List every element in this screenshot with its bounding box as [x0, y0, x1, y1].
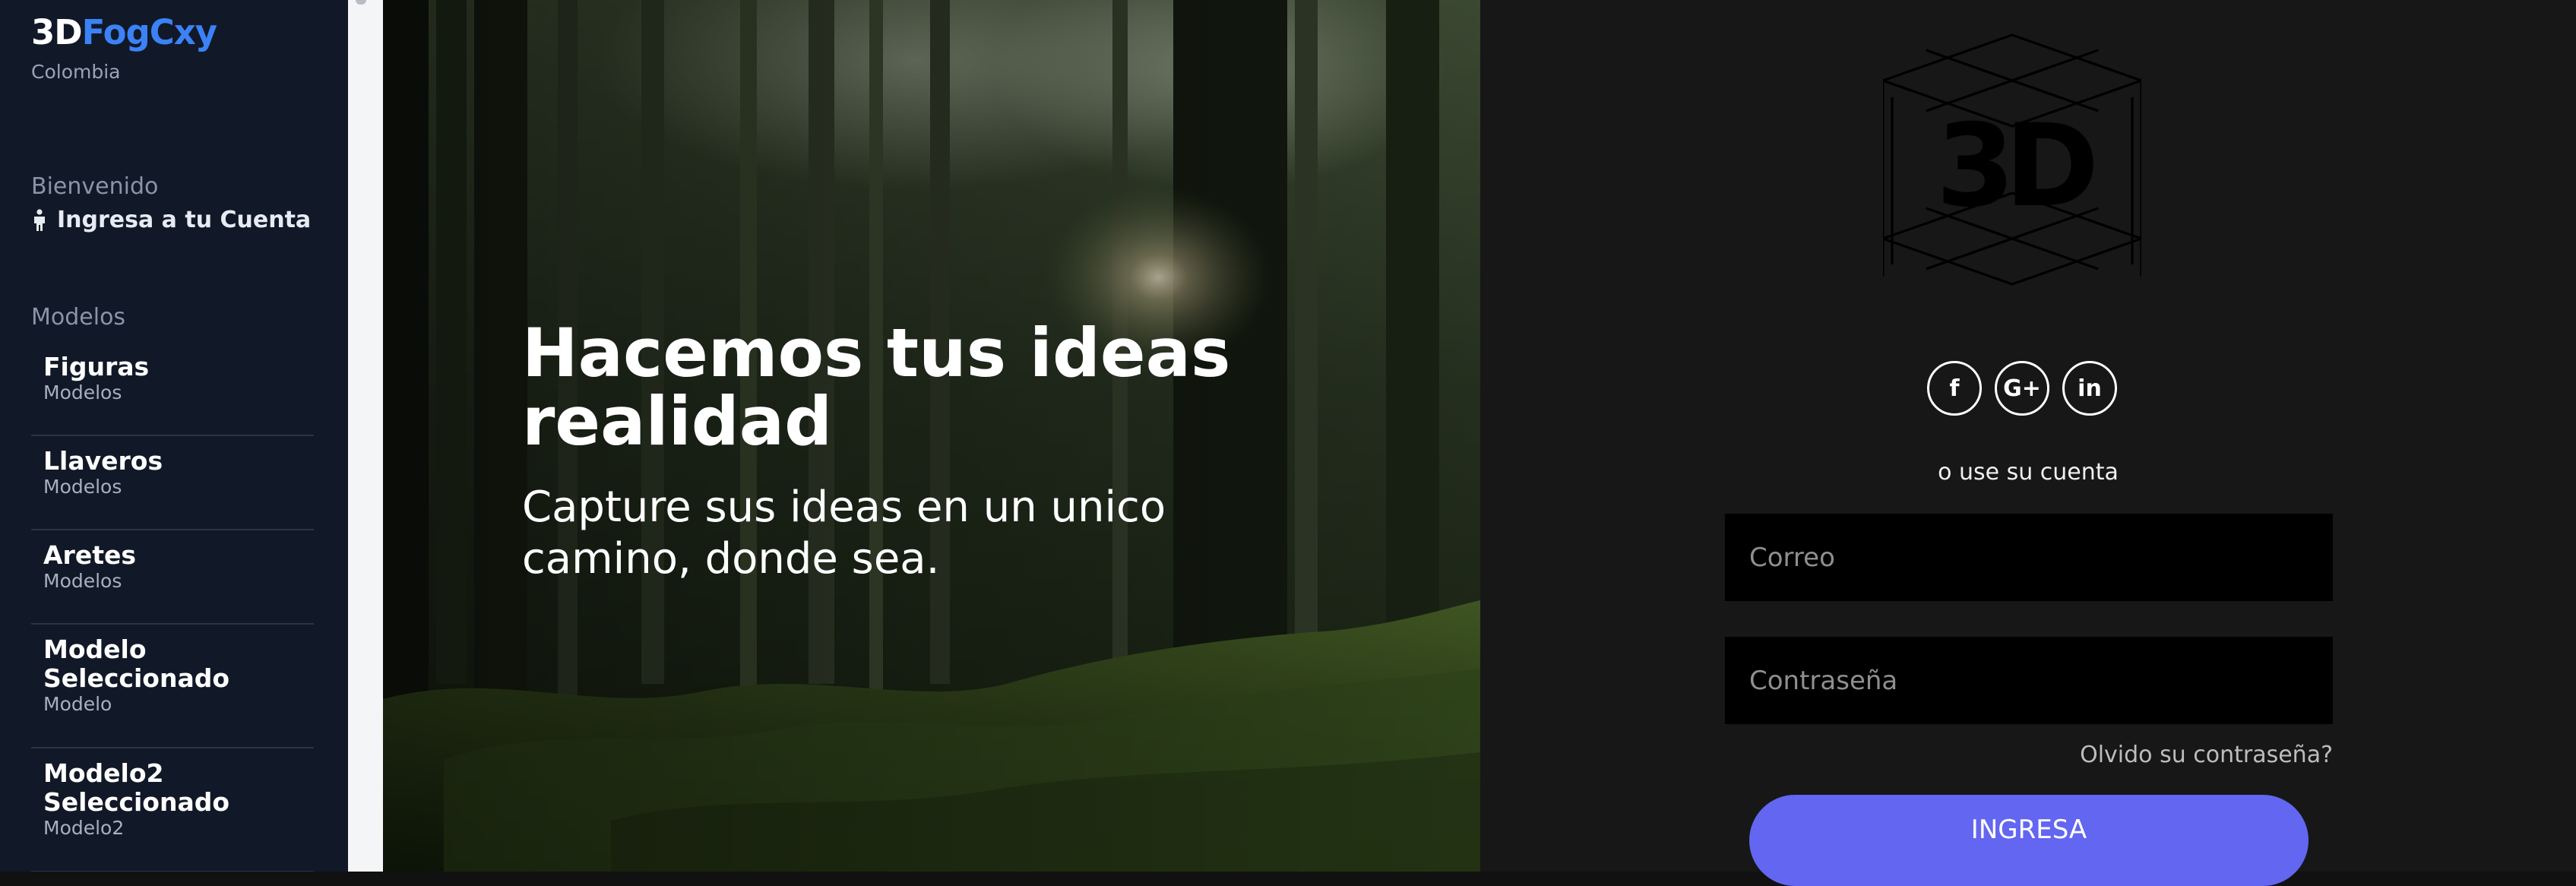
model-subtitle: Modelo — [43, 693, 112, 715]
model-title: Aretes — [43, 540, 136, 570]
model-item-figuras[interactable]: Figuras Modelos — [31, 342, 314, 436]
brand-subtitle: Colombia — [31, 61, 121, 83]
google-plus-glyph: G+ — [2003, 375, 2041, 402]
linkedin-glyph: in — [2078, 375, 2102, 402]
model-subtitle: Modelo2 — [43, 817, 125, 839]
model-title: Figuras — [43, 352, 150, 381]
login-link[interactable]: Ingresa a tu Cuenta — [31, 207, 311, 233]
password-field[interactable] — [1725, 637, 2333, 724]
login-link-label: Ingresa a tu Cuenta — [57, 207, 312, 233]
model-item-modelo-seleccionado[interactable]: Modelo Seleccionado Modelo — [31, 625, 314, 748]
social-login-row: f G+ in — [1927, 361, 2117, 416]
3d-cube-logo: 3D — [1883, 33, 2141, 286]
model-title: Modelo Seleccionado — [43, 634, 230, 693]
models-label: Modelos — [31, 304, 126, 331]
email-field[interactable] — [1725, 514, 2333, 601]
brand-logo[interactable]: 3DFogCxy — [31, 14, 217, 52]
google-plus-icon[interactable]: G+ — [1995, 361, 2049, 416]
linkedin-icon[interactable]: in — [2062, 361, 2117, 416]
sidebar: 3DFogCxy Colombia Bienvenido Ingresa a t… — [0, 0, 348, 872]
model-item-modelo2-seleccionado[interactable]: Modelo2 Seleccionado Modelo2 — [31, 748, 314, 872]
person-icon — [34, 208, 45, 231]
model-subtitle: Modelos — [43, 570, 122, 592]
scrollbar-thumb[interactable] — [356, 0, 366, 5]
facebook-glyph: f — [1949, 375, 1960, 402]
hero-section: Hacemos tus ideas realidad Capture sus i… — [383, 0, 1480, 872]
model-item-llaveros[interactable]: Llaveros Modelos — [31, 436, 314, 530]
model-item-aretes[interactable]: Aretes Modelos — [31, 530, 314, 625]
welcome-label: Bienvenido — [31, 173, 159, 200]
hero-subtitle: Capture sus ideas en un unico camino, do… — [522, 483, 1166, 584]
models-list: Figuras Modelos Llaveros Modelos Aretes … — [31, 342, 314, 872]
model-subtitle: Modelos — [43, 381, 122, 403]
login-submit-button[interactable]: INGRESA — [1749, 795, 2309, 886]
model-title: Llaveros — [43, 446, 163, 476]
hero-title: Hacemos tus ideas realidad — [522, 314, 1231, 460]
forgot-password-link[interactable]: Olvido su contraseña? — [2080, 742, 2333, 768]
model-subtitle: Modelos — [43, 476, 122, 498]
facebook-icon[interactable]: f — [1927, 361, 1982, 416]
brand-suffix: FogCxy — [81, 12, 217, 52]
login-panel: 3D f G+ in o use su cuenta Olvido su con… — [1480, 0, 2576, 886]
page-gutter — [348, 0, 383, 872]
or-use-account-text: o use su cuenta — [1938, 459, 2119, 486]
brand-prefix: 3D — [31, 12, 83, 52]
logo-3d-text: 3D — [1936, 100, 2093, 233]
model-title: Modelo2 Seleccionado — [43, 758, 230, 817]
